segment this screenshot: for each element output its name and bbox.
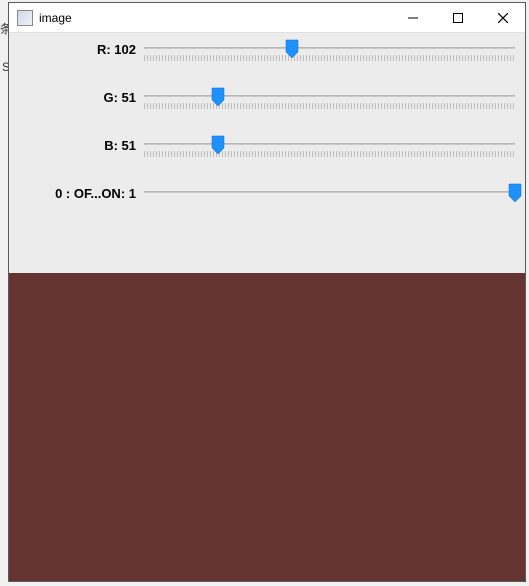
main-window: image R: 102 G: 51 B: 51 0 : OF...ON: 1 [8,2,526,582]
trackbar-label: G: 51 [19,89,144,105]
trackbar-slider[interactable] [144,137,515,167]
slider-ticks [144,55,515,61]
trackbar-label: 0 : OF...ON: 1 [19,185,144,201]
trackbar-row: 0 : OF...ON: 1 [19,185,515,219]
app-icon [17,10,33,26]
trackbar-slider[interactable] [144,89,515,119]
image-display [9,273,525,581]
slider-track [144,191,515,193]
slider-thumb[interactable] [211,87,225,107]
client-area: R: 102 G: 51 B: 51 0 : OF...ON: 1 [9,33,525,581]
titlebar-buttons [390,3,525,32]
window-title: image [39,11,390,25]
slider-track [144,47,515,49]
slider-ticks [144,151,515,157]
trackbar-row: R: 102 [19,41,515,75]
trackbar-panel: R: 102 G: 51 B: 51 0 : OF...ON: 1 [9,33,525,273]
slider-ticks [144,103,515,109]
trackbar-row: G: 51 [19,89,515,123]
minimize-button[interactable] [390,3,435,32]
slider-ticks [144,199,515,205]
trackbar-slider[interactable] [144,185,515,215]
slider-thumb[interactable] [285,39,299,59]
trackbar-label: R: 102 [19,41,144,57]
slider-thumb[interactable] [211,135,225,155]
trackbar-label: B: 51 [19,137,144,153]
slider-thumb[interactable] [508,183,522,203]
slider-track [144,143,515,145]
slider-track [144,95,515,97]
titlebar[interactable]: image [9,3,525,33]
trackbar-slider[interactable] [144,41,515,71]
trackbar-row: B: 51 [19,137,515,171]
maximize-button[interactable] [435,3,480,32]
close-button[interactable] [480,3,525,32]
